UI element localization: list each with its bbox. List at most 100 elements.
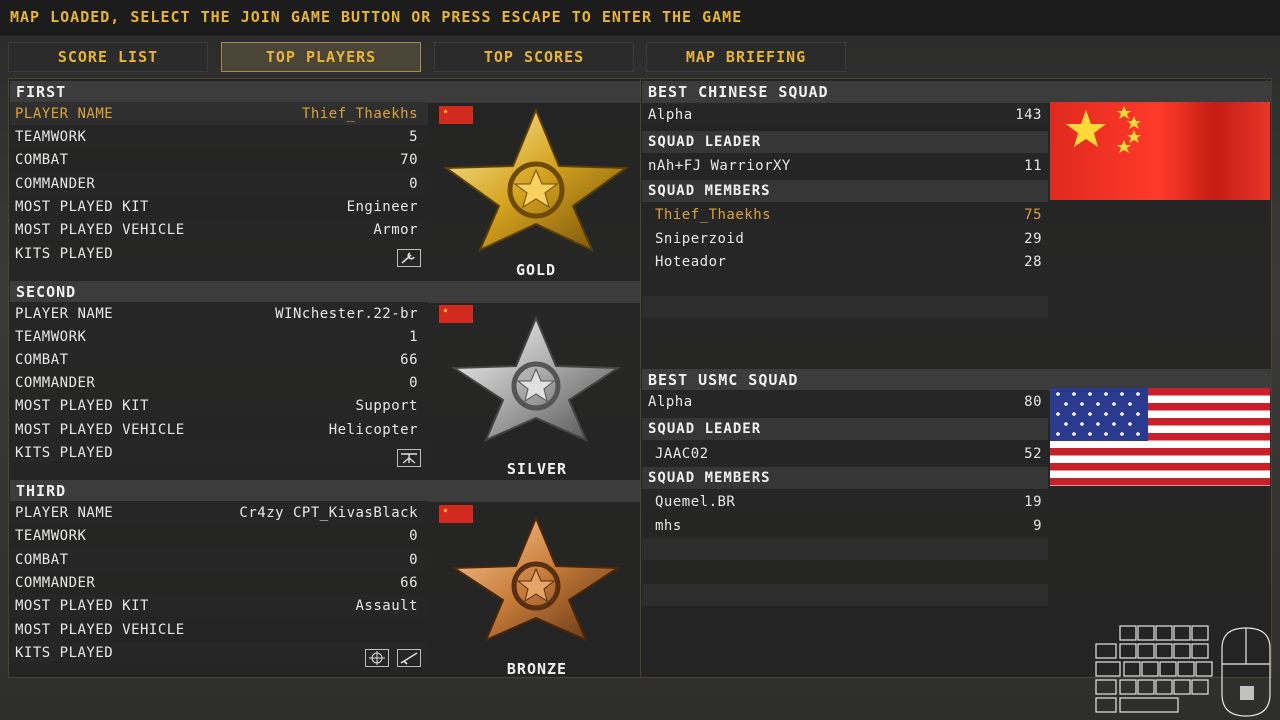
squad-member-row: Hoteador 28 <box>642 250 1048 273</box>
squad-leader-row: nAh+FJ WarriorXY 11 <box>642 154 1048 177</box>
member-name: Thief_Thaekhs <box>655 206 772 223</box>
member-score: 9 <box>1033 517 1042 534</box>
silver-medal-icon <box>450 315 622 442</box>
row-label: PLAYER NAME <box>15 504 114 521</box>
squad-name: Alpha <box>648 106 693 123</box>
squad-score: 80 <box>1024 393 1042 410</box>
combat-row: COMBAT 70 <box>10 148 428 171</box>
keyboard-overlay-icon <box>1095 625 1271 717</box>
squad-name-row: Alpha 143 <box>642 103 1048 126</box>
rank-heading-first: FIRST <box>10 81 640 103</box>
row-value: Armor <box>373 221 418 238</box>
squad-member-row: Sniperzoid 29 <box>642 227 1048 250</box>
most-played-vehicle-row: MOST PLAYED VEHICLE Armor <box>10 218 428 241</box>
row-label: COMBAT <box>15 151 69 168</box>
wrench-icon <box>397 249 421 267</box>
bronze-medal-icon <box>450 515 622 642</box>
medal-label-gold: GOLD <box>515 261 557 279</box>
empty-row <box>642 584 1048 606</box>
teamwork-row: TEAMWORK 1 <box>10 325 428 348</box>
medal-label-bronze: BRONZE <box>506 660 568 678</box>
member-name: Quemel.BR <box>655 493 736 510</box>
combat-row: COMBAT 0 <box>10 548 428 571</box>
combat-row: COMBAT 66 <box>10 348 428 371</box>
squad-name: Alpha <box>648 393 693 410</box>
most-played-kit-row: MOST PLAYED KIT Assault <box>10 594 428 617</box>
squad-heading-chinese: BEST CHINESE SQUAD <box>642 81 1272 103</box>
member-score: 19 <box>1024 493 1042 510</box>
leader-name: JAAC02 <box>655 445 709 462</box>
leader-name: nAh+FJ WarriorXY <box>648 157 791 174</box>
usa-flag <box>1050 388 1270 486</box>
empty-row <box>642 296 1048 318</box>
row-label: MOST PLAYED VEHICLE <box>15 421 185 438</box>
row-value: Thief_Thaekhs <box>301 105 418 122</box>
squad-members-heading: SQUAD MEMBERS <box>642 180 1048 202</box>
row-value: Support <box>355 397 418 414</box>
teamwork-row: TEAMWORK 5 <box>10 125 428 148</box>
row-label: TEAMWORK <box>15 328 87 345</box>
row-value: 1 <box>409 328 418 345</box>
kits-played-row: KITS PLAYED <box>10 242 428 265</box>
rifle-icon <box>397 649 421 667</box>
commander-row: COMMANDER 66 <box>10 571 428 594</box>
row-label: COMBAT <box>15 551 69 568</box>
row-value: Cr4zy CPT_KivasBlack <box>239 504 418 521</box>
ammo-icon <box>397 449 421 467</box>
squad-score: 143 <box>1015 106 1042 123</box>
panel-divider <box>640 78 641 678</box>
tab-map-briefing[interactable]: MAP BRIEFING <box>646 42 846 72</box>
member-name: mhs <box>655 517 682 534</box>
row-label: KITS PLAYED <box>15 245 114 262</box>
row-value: Helicopter <box>328 421 418 438</box>
row-label: KITS PLAYED <box>15 644 114 661</box>
empty-row <box>642 538 1048 560</box>
row-value: 0 <box>409 374 418 391</box>
status-message: MAP LOADED, SELECT THE JOIN GAME BUTTON … <box>10 8 743 26</box>
rank-heading-second: SECOND <box>10 281 640 303</box>
squad-name-row: Alpha 80 <box>642 390 1048 413</box>
rank-heading-third: THIRD <box>10 480 640 502</box>
kits-played-row: KITS PLAYED <box>10 441 428 464</box>
teamwork-row: TEAMWORK 0 <box>10 524 428 547</box>
row-value: 66 <box>400 574 418 591</box>
tab-top-players[interactable]: TOP PLAYERS <box>221 42 421 72</box>
gold-medal-icon <box>443 107 629 253</box>
squad-member-row: Quemel.BR 19 <box>642 490 1048 513</box>
leader-score: 52 <box>1024 445 1042 462</box>
squad-leader-heading: SQUAD LEADER <box>642 418 1048 440</box>
tab-top-scores[interactable]: TOP SCORES <box>434 42 634 72</box>
player-name-row: PLAYER NAME Thief_Thaekhs <box>10 102 428 125</box>
row-label: COMMANDER <box>15 175 96 192</box>
medal-label-silver: SILVER <box>506 460 568 478</box>
row-value: 0 <box>409 527 418 544</box>
squad-member-row: mhs 9 <box>642 514 1048 537</box>
most-played-kit-row: MOST PLAYED KIT Support <box>10 394 428 417</box>
squad-leader-row: JAAC02 52 <box>642 442 1048 465</box>
player-name-row: PLAYER NAME WINchester.22-br <box>10 302 428 325</box>
member-score: 75 <box>1024 206 1042 223</box>
squad-member-row: Thief_Thaekhs 75 <box>642 203 1048 226</box>
row-value: 66 <box>400 351 418 368</box>
row-label: MOST PLAYED KIT <box>15 198 149 215</box>
row-value: WINchester.22-br <box>275 305 418 322</box>
row-label: TEAMWORK <box>15 527 87 544</box>
tab-score-list[interactable]: SCORE LIST <box>8 42 208 72</box>
player-name-row: PLAYER NAME Cr4zy CPT_KivasBlack <box>10 501 428 524</box>
member-name: Hoteador <box>655 253 727 270</box>
member-score: 29 <box>1024 230 1042 247</box>
row-label: MOST PLAYED VEHICLE <box>15 621 185 638</box>
crosshair-icon <box>365 649 389 667</box>
row-value: 5 <box>409 128 418 145</box>
row-label: COMBAT <box>15 351 69 368</box>
row-value: 0 <box>409 551 418 568</box>
commander-row: COMMANDER 0 <box>10 172 428 195</box>
row-label: PLAYER NAME <box>15 105 114 122</box>
row-value: Assault <box>355 597 418 614</box>
row-label: KITS PLAYED <box>15 444 114 461</box>
row-value: 0 <box>409 175 418 192</box>
member-name: Sniperzoid <box>655 230 745 247</box>
member-score: 28 <box>1024 253 1042 270</box>
squad-members-heading: SQUAD MEMBERS <box>642 467 1048 489</box>
row-label: TEAMWORK <box>15 128 87 145</box>
